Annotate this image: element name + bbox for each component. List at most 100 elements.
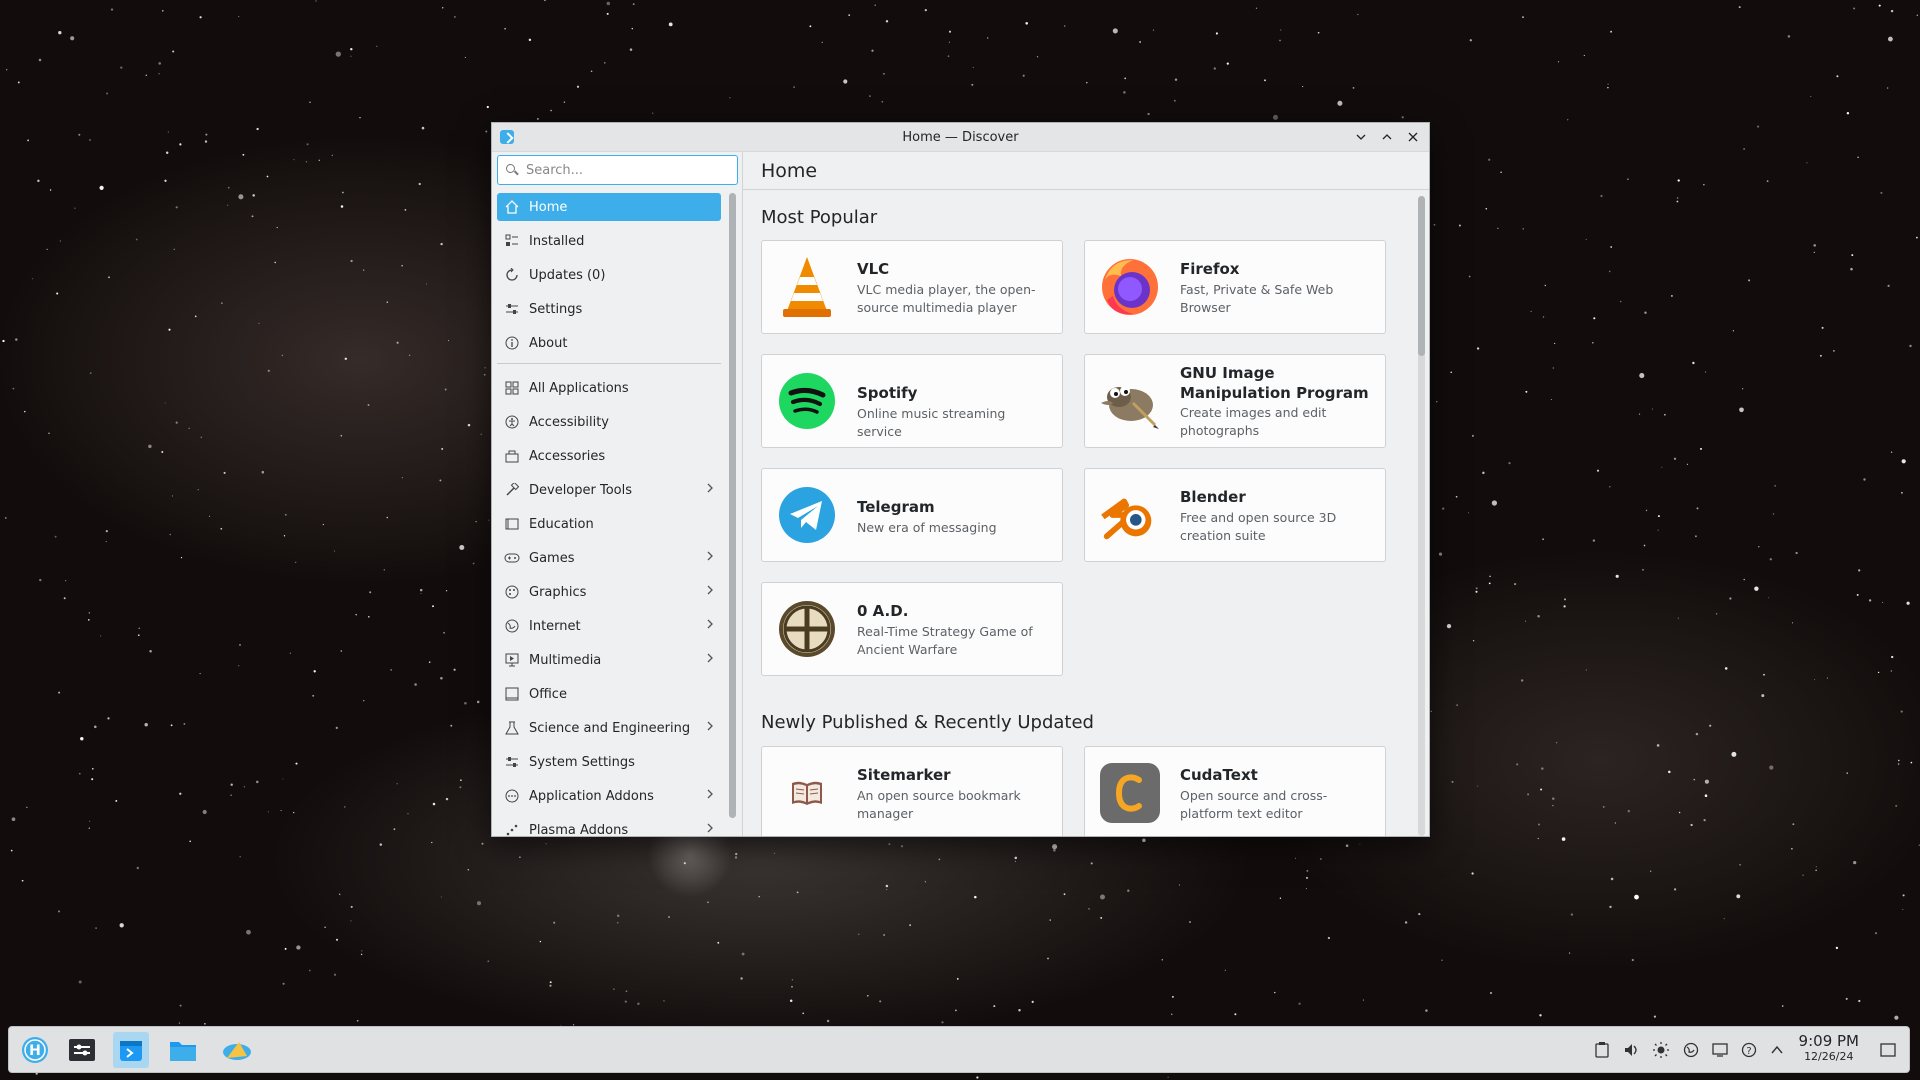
blender-icon	[1099, 484, 1161, 546]
app-launcher-button[interactable]: H	[17, 1032, 53, 1068]
search-icon	[506, 164, 518, 176]
sidebar: Home Installed Updates (0) Settings About All…	[492, 152, 743, 836]
spotify-icon	[776, 370, 838, 432]
sidebar-item-accessories[interactable]: Accessories	[497, 442, 721, 470]
maximize-button[interactable]	[1377, 127, 1397, 147]
sidebar-item-education[interactable]: Education	[497, 510, 721, 538]
sidebar-item-label: Plasma Addons	[529, 822, 629, 837]
window-title: Home — Discover	[902, 129, 1019, 145]
sidebar-item-all-applications[interactable]: All Applications	[497, 374, 721, 402]
updates-icon	[504, 267, 520, 283]
sidebar-item-about[interactable]: About	[497, 329, 721, 357]
sidebar-item-settings[interactable]: Settings	[497, 295, 721, 323]
sidebar-scrollbar[interactable]	[729, 193, 736, 818]
app-card-sitemarker[interactable]: Sitemarker An open source bookmark manage…	[761, 746, 1063, 836]
taskbar-file-manager[interactable]	[165, 1032, 201, 1068]
chevron-right-icon[interactable]	[705, 652, 715, 668]
sidebar-item-plasma-addons[interactable]: Plasma Addons	[497, 816, 721, 837]
app-description: Online music streaming service	[857, 406, 1006, 439]
clipboard-icon[interactable]	[1593, 1041, 1611, 1059]
sidebar-item-label: Accessibility	[529, 414, 609, 430]
sidebar-item-label: Education	[529, 516, 594, 532]
brightness-icon[interactable]	[1652, 1041, 1670, 1059]
app-card-firefox[interactable]: Firefox Fast, Private & Safe Web Browser	[1084, 240, 1386, 334]
sidebar-item-graphics[interactable]: Graphics	[497, 578, 721, 606]
flask-icon	[504, 720, 520, 736]
sidebar-item-updates-0[interactable]: Updates (0)	[497, 261, 721, 289]
sidebar-item-office[interactable]: Office	[497, 680, 721, 708]
sidebar-item-label: Settings	[529, 301, 583, 317]
sidebar-item-games[interactable]: Games	[497, 544, 721, 572]
sidebar-item-system-settings[interactable]: System Settings	[497, 748, 721, 776]
app-card-cudatext[interactable]: CudaText Open source and cross-platform t…	[1084, 746, 1386, 836]
sitemarker-icon	[776, 762, 838, 824]
taskbar-system-settings[interactable]	[64, 1032, 100, 1068]
sidebar-item-installed[interactable]: Installed	[497, 227, 721, 255]
app-name: GNU Image Manipulation Program	[1180, 364, 1369, 402]
app-card-blender[interactable]: Blender Free and open source 3D creation …	[1084, 468, 1386, 562]
chevron-right-icon[interactable]	[705, 482, 715, 498]
app-card-gnu-image-manipulation-program[interactable]: GNU Image Manipulation Program Create ima…	[1084, 354, 1386, 448]
chevron-up-icon	[1382, 134, 1392, 140]
main-scroll-thumb[interactable]	[1418, 196, 1425, 356]
sidebar-item-internet[interactable]: Internet	[497, 612, 721, 640]
app-description: VLC media player, the open-source multim…	[857, 282, 1036, 315]
help-icon[interactable]: ?	[1740, 1041, 1758, 1059]
network-globe-icon[interactable]	[1682, 1041, 1700, 1059]
sidebar-item-label: Games	[529, 550, 575, 566]
search-box[interactable]	[497, 155, 738, 185]
chevron-right-icon[interactable]	[705, 822, 715, 836]
app-card-0-a-d[interactable]: 0 A.D. Real-Time Strategy Game of Ancient…	[761, 582, 1063, 676]
sidebar-item-application-addons[interactable]: Application Addons	[497, 782, 721, 810]
plasma-icon	[504, 822, 520, 836]
app-description: New era of messaging	[857, 520, 997, 535]
chevron-right-icon[interactable]	[705, 720, 715, 736]
chevron-right-icon[interactable]	[705, 584, 715, 600]
app-description: Fast, Private & Safe Web Browser	[1180, 282, 1334, 315]
system-settings-icon	[69, 1039, 95, 1061]
sidebar-item-home[interactable]: Home	[497, 193, 721, 221]
taskbar-app-extra[interactable]	[219, 1032, 255, 1068]
app-card-telegram[interactable]: Telegram New era of messaging	[761, 468, 1063, 562]
sliders-icon	[504, 754, 520, 770]
sidebar-item-label: All Applications	[529, 380, 629, 396]
sidebar-item-label: Updates (0)	[529, 267, 606, 283]
app-description: Create images and edit photographs	[1180, 405, 1327, 438]
chevron-right-icon[interactable]	[705, 618, 715, 634]
taskbar: H ? 9:09 PM 12/26/24	[8, 1026, 1910, 1073]
volume-icon[interactable]	[1622, 1041, 1640, 1059]
chevron-right-icon[interactable]	[705, 788, 715, 804]
show-hidden-icons-chevron-up-icon[interactable]	[1768, 1041, 1786, 1059]
sidebar-item-science-and-engineering[interactable]: Science and Engineering	[497, 714, 721, 742]
sidebar-item-accessibility[interactable]: Accessibility	[497, 408, 721, 436]
sidebar-item-label: Accessories	[529, 448, 606, 464]
home-content: Most Popular Newly Published & Recently …	[743, 190, 1429, 836]
show-desktop-icon[interactable]	[1879, 1041, 1897, 1059]
app-card-spotify[interactable]: Spotify Online music streaming service	[761, 354, 1063, 448]
sidebar-scroll-thumb[interactable]	[729, 193, 736, 818]
app-card-vlc[interactable]: VLC VLC media player, the open-source mul…	[761, 240, 1063, 334]
network-app-icon	[223, 1042, 251, 1060]
installed-icon	[504, 233, 520, 249]
close-button[interactable]	[1403, 127, 1423, 147]
title-bar[interactable]: Home — Discover	[492, 123, 1429, 152]
sidebar-item-multimedia[interactable]: Multimedia	[497, 646, 721, 674]
office-icon	[504, 686, 520, 702]
chevron-right-icon[interactable]	[705, 550, 715, 566]
sidebar-item-label: About	[529, 335, 568, 351]
sidebar-item-label: Internet	[529, 618, 581, 634]
app-name: VLC	[857, 260, 890, 278]
multimedia-icon	[504, 652, 520, 668]
clock[interactable]: 9:09 PM 12/26/24	[1799, 1032, 1859, 1064]
sidebar-item-label: Application Addons	[529, 788, 654, 804]
sidebar-item-label: Science and Engineering	[529, 720, 691, 736]
most-popular-heading: Most Popular	[761, 207, 878, 228]
vlc-icon	[776, 256, 838, 318]
gamepad-icon	[504, 550, 520, 566]
search-input[interactable]	[524, 161, 728, 179]
display-icon[interactable]	[1711, 1041, 1729, 1059]
sidebar-item-developer-tools[interactable]: Developer Tools	[497, 476, 721, 504]
sidebar-item-label: Installed	[529, 233, 585, 249]
taskbar-discover[interactable]	[113, 1032, 149, 1068]
minimize-button[interactable]	[1351, 127, 1371, 147]
